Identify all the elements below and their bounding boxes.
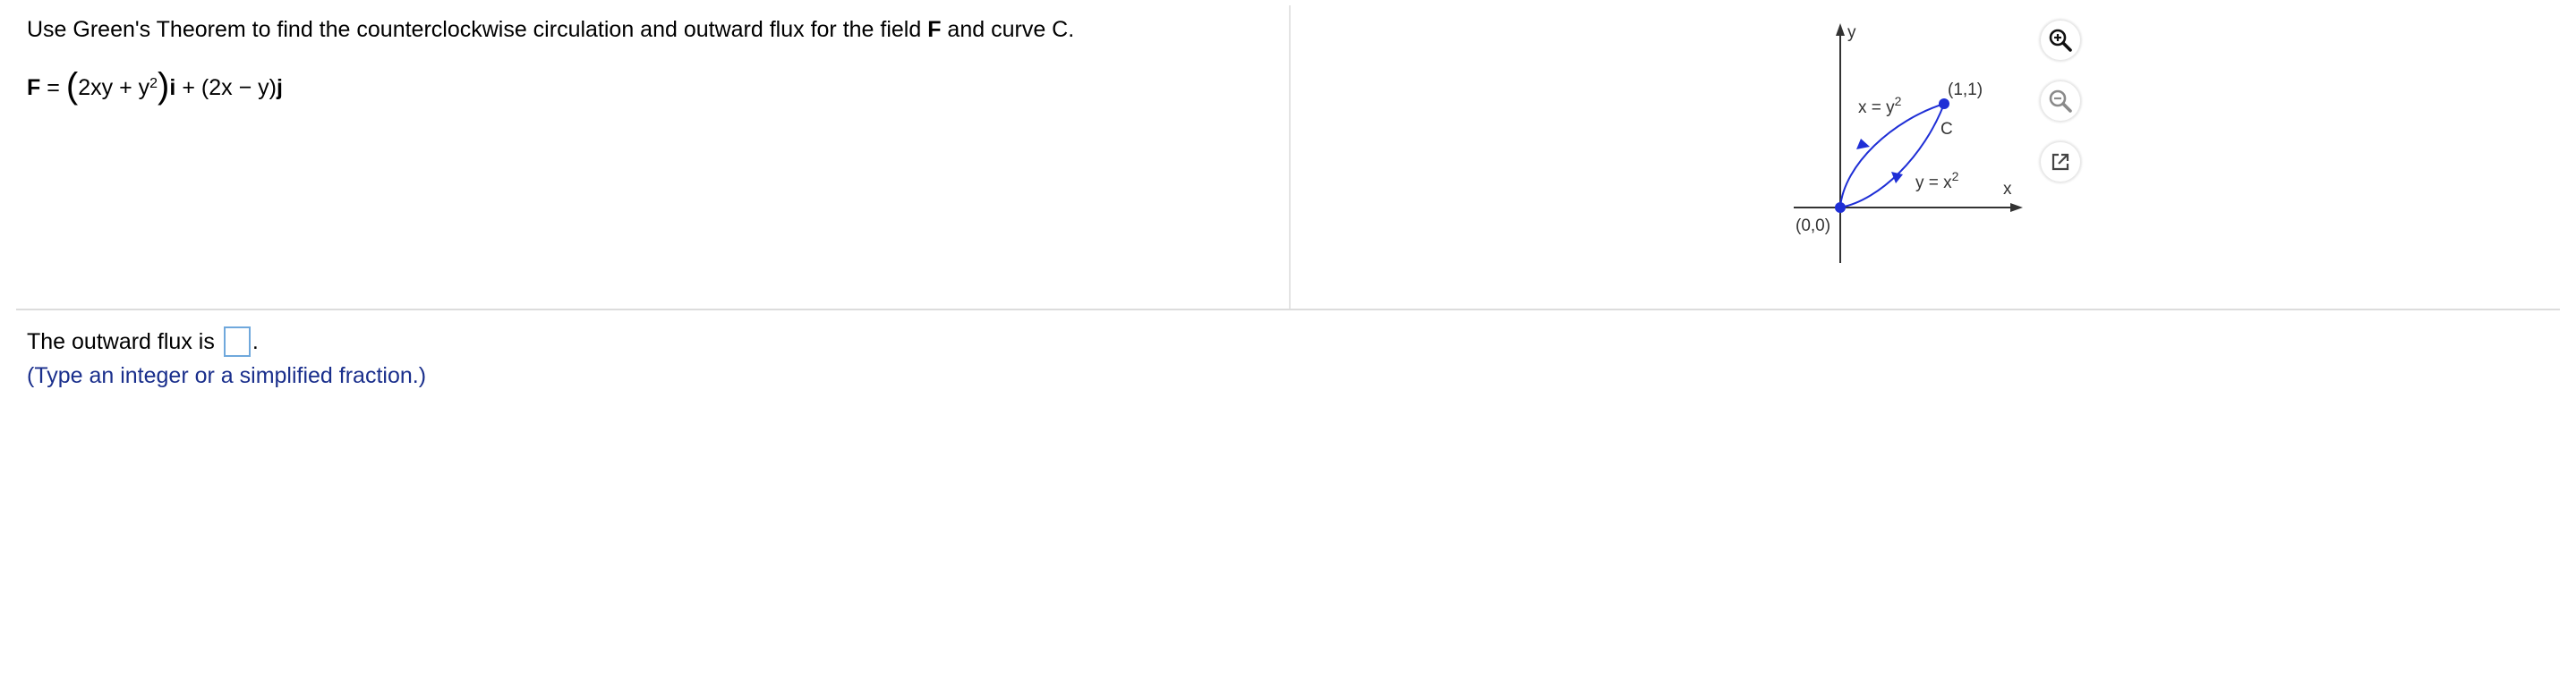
equals-sign: =: [47, 75, 60, 100]
zoom-in-button[interactable]: [2041, 21, 2080, 60]
field-term-i-exponent: 2: [149, 76, 158, 91]
lower-curve-label: y = x2: [1915, 169, 1959, 192]
open-paren: (: [65, 66, 79, 106]
plus-sign: +: [182, 75, 195, 100]
x-axis-label: x: [2003, 180, 2012, 199]
y-axis-label: y: [1847, 23, 1856, 42]
upper-curve-label-exp: 2: [1895, 94, 1902, 108]
question-instruction: Use Green's Theorem to find the counterc…: [27, 16, 1074, 43]
unit-vector-j: j: [276, 75, 283, 100]
answer-hint: (Type an integer or a simplified fractio…: [27, 363, 427, 388]
x-axis-arrow: [2010, 203, 2023, 212]
answer-prompt: The outward flux is: [27, 329, 215, 354]
question-page: Use Green's Theorem to find the counterc…: [0, 0, 2576, 678]
zoom-out-icon: [2049, 89, 2072, 113]
horizontal-divider: [16, 309, 2560, 310]
field-symbol: F: [27, 75, 41, 100]
point-1-1: [1939, 98, 1949, 109]
answer-area: The outward flux is . (Type an integer o…: [27, 326, 426, 392]
upper-curve-label: x = y2: [1858, 94, 1902, 117]
instruction-field-symbol: F: [927, 17, 942, 42]
point-label: (1,1): [1948, 81, 1983, 99]
origin-label: (0,0): [1796, 216, 1830, 235]
vector-field-expression: F =(2xy + y 2) i + (2x − y) j: [27, 66, 283, 107]
popout-icon: [2051, 153, 2069, 171]
upper-curve-direction-arrow: [1856, 139, 1870, 149]
lower-curve-label-exp: 2: [1952, 169, 1959, 183]
zoom-in-icon: [2049, 29, 2072, 52]
popout-button[interactable]: [2041, 142, 2080, 182]
lower-curve-label-base: y = x: [1915, 174, 1952, 192]
upper-curve-label-base: x = y: [1858, 98, 1895, 117]
zoom-out-button[interactable]: [2041, 81, 2080, 121]
field-term-j: (2x − y): [200, 75, 277, 100]
answer-suffix: .: [252, 329, 259, 354]
field-term-i: 2xy + y: [78, 75, 150, 100]
y-axis-arrow: [1836, 23, 1845, 36]
question-pane: Use Green's Theorem to find the counterc…: [0, 0, 1289, 309]
answer-line: The outward flux is .: [27, 326, 426, 358]
region-figure: y x (0,0) (1,1) C x = y2 y = x2: [1794, 23, 2023, 263]
close-paren: ): [158, 66, 170, 106]
curve-c-label: C: [1941, 120, 1953, 139]
vertical-divider: [1289, 5, 1291, 309]
instruction-text-before: Use Green's Theorem to find the counterc…: [27, 17, 928, 42]
unit-vector-i: i: [169, 75, 176, 100]
instruction-text-after: and curve C.: [941, 17, 1075, 42]
origin-point: [1835, 202, 1846, 213]
outward-flux-input[interactable]: [223, 326, 251, 357]
